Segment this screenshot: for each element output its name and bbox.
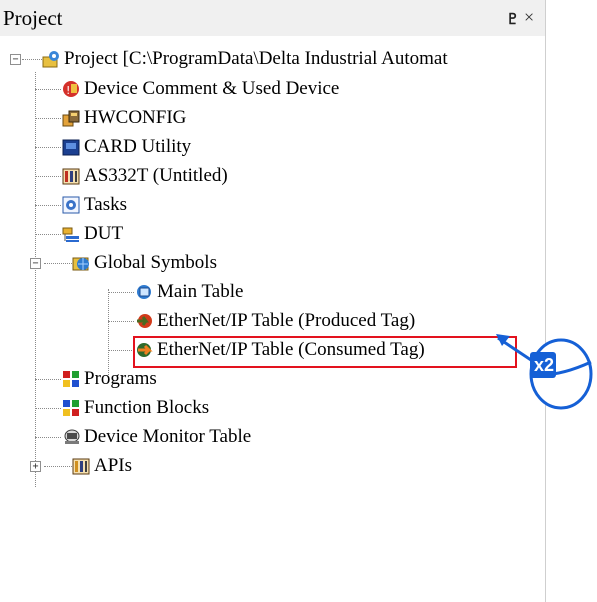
tree-item-label: CARD Utility	[84, 136, 192, 157]
apis-icon	[72, 457, 91, 476]
tree-line	[35, 437, 61, 438]
tree-line	[108, 289, 109, 375]
tree-item-apis[interactable]: APIs	[72, 453, 132, 479]
tree-line	[35, 234, 61, 235]
tree-item-function-blocks[interactable]: Function Blocks	[62, 395, 209, 421]
svg-text:!: !	[66, 84, 70, 97]
tree-item-label: Global Symbols	[94, 252, 217, 273]
tree-line	[35, 176, 61, 177]
hwconfig-icon	[62, 109, 81, 128]
tree-line	[35, 118, 61, 119]
expand-apis-button[interactable]: +	[30, 461, 41, 472]
tree-item-device-monitor[interactable]: Device Monitor Table	[62, 424, 251, 450]
programs-icon	[62, 370, 81, 389]
tree-item-label: Programs	[84, 368, 157, 389]
tree-line	[22, 59, 42, 60]
tree-item-dut[interactable]: DUT	[62, 221, 123, 247]
tree-item-produced-tag[interactable]: EtherNet/IP Table (Produced Tag)	[135, 308, 415, 334]
tree-item-global-symbols[interactable]: Global Symbols	[72, 250, 217, 276]
global-symbols-icon	[72, 254, 91, 273]
tree-item-label: Main Table	[157, 281, 244, 302]
highlight-box	[133, 336, 517, 368]
device-monitor-icon	[62, 428, 81, 447]
plc-program-icon	[62, 167, 81, 186]
tree-item-label: Function Blocks	[84, 397, 210, 418]
panel-titlebar: Project ♇ ×	[0, 0, 545, 36]
tree-item-project[interactable]: Project [C:\ProgramData\Delta Industrial…	[42, 46, 448, 72]
tree-item-label: Project [C:\ProgramData\Delta Industrial…	[64, 48, 448, 69]
function-blocks-icon	[62, 399, 81, 418]
collapse-project-button[interactable]: −	[10, 54, 21, 65]
tree-item-label: DUT	[84, 223, 124, 244]
main-table-icon	[135, 283, 154, 302]
pin-icon[interactable]: ♇	[506, 10, 519, 29]
tree-item-label: APIs	[94, 455, 133, 476]
tree-item-label: Device Comment & Used Device	[84, 78, 340, 99]
tree-item-label: EtherNet/IP Table (Produced Tag)	[157, 310, 416, 331]
tree-line	[44, 263, 72, 264]
collapse-global-symbols-button[interactable]: −	[30, 258, 41, 269]
panel-border	[545, 0, 546, 602]
tree-item-programs[interactable]: Programs	[62, 366, 157, 392]
tree-item-hwconfig[interactable]: HWCONFIG	[62, 105, 186, 131]
tree-line	[44, 466, 72, 467]
tree-line	[35, 147, 61, 148]
tree-item-label: HWCONFIG	[84, 107, 187, 128]
project-icon	[42, 50, 61, 69]
tree-line	[35, 408, 61, 409]
tree-item-main-table[interactable]: Main Table	[135, 279, 243, 305]
double-click-label: x2	[533, 355, 555, 375]
double-click-callout: x2	[496, 332, 597, 417]
tree-line	[108, 292, 134, 293]
close-icon[interactable]: ×	[524, 7, 534, 28]
tree-item-label: Tasks	[84, 194, 128, 215]
tree-line	[108, 321, 134, 322]
tree-item-label: AS332T (Untitled)	[84, 165, 228, 186]
tree-line	[35, 89, 61, 90]
tree-line	[35, 72, 36, 487]
tasks-icon	[62, 196, 81, 215]
tree-item-as332t[interactable]: AS332T (Untitled)	[62, 163, 228, 189]
tree-item-card-utility[interactable]: CARD Utility	[62, 134, 191, 160]
tree-line	[35, 205, 61, 206]
tree-item-tasks[interactable]: Tasks	[62, 192, 127, 218]
tree-line	[108, 350, 134, 351]
tree-item-device-comment[interactable]: ! Device Comment & Used Device	[62, 76, 339, 102]
tree-line	[35, 379, 61, 380]
project-tree: − − + Project [C:\ProgramData\Delta Indu…	[0, 36, 545, 602]
card-utility-icon	[62, 138, 81, 157]
panel-title: Project	[3, 6, 63, 30]
device-comment-icon: !	[62, 80, 81, 99]
tree-item-label: Device Monitor Table	[84, 426, 252, 447]
dut-icon	[62, 225, 81, 244]
produced-tag-icon	[135, 312, 154, 331]
